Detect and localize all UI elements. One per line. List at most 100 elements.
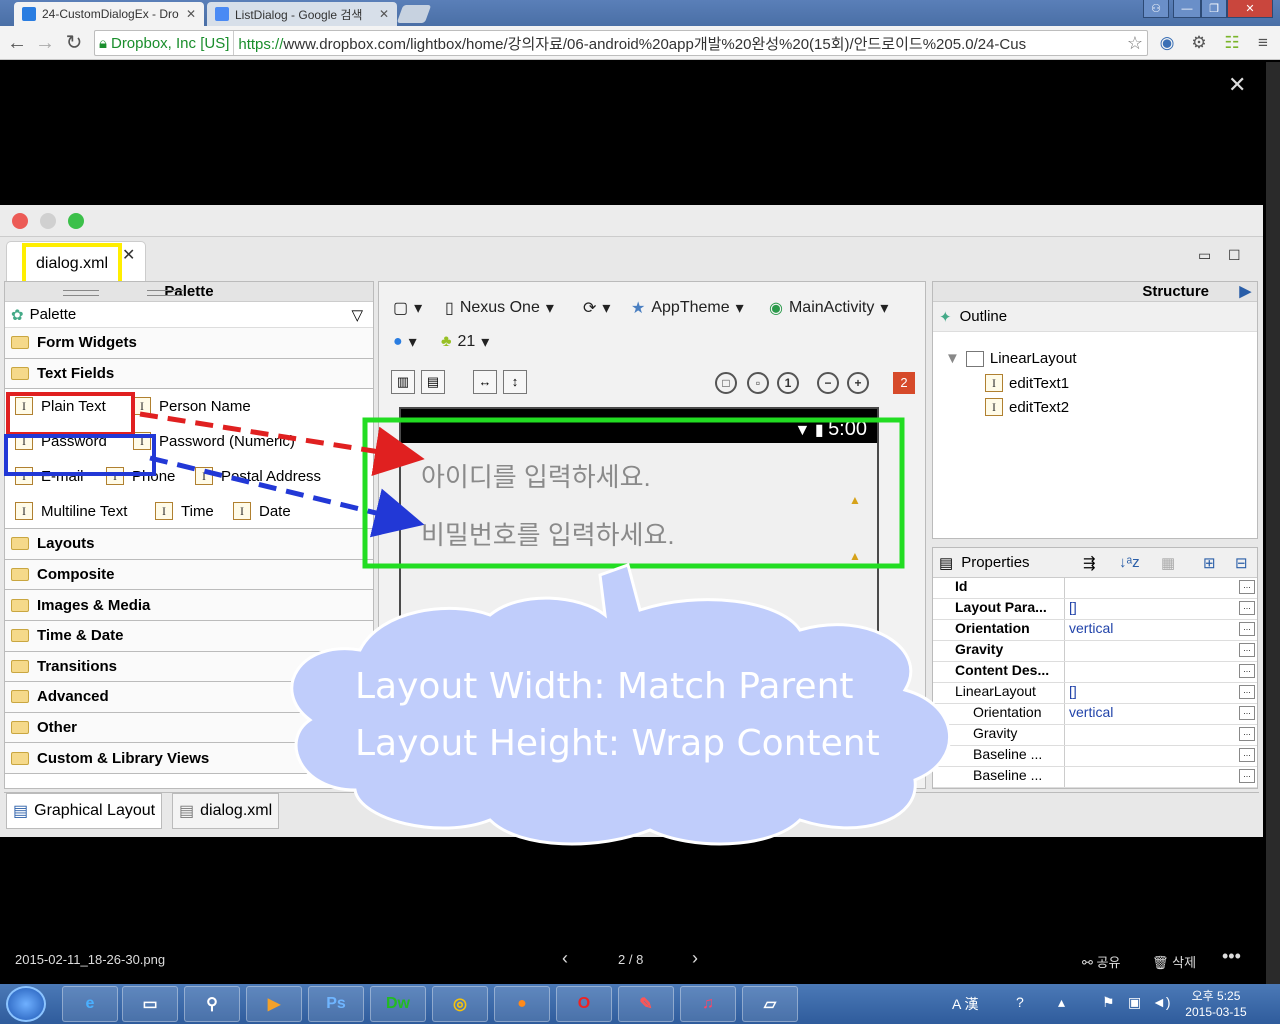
zoom-fit-icon[interactable]: □	[715, 372, 737, 394]
url-text[interactable]: https://www.dropbox.com/lightbox/home/강의…	[234, 33, 1026, 54]
lightbox-scrollbar[interactable]	[1266, 62, 1280, 984]
layout-vertical-icon[interactable]: ▤	[421, 370, 445, 394]
address-bar[interactable]: 🔒︎ Dropbox, Inc [US] https://www.dropbox…	[94, 30, 1148, 56]
settings-gear-icon[interactable]: ⚙	[1188, 32, 1210, 54]
menu-icon[interactable]: ≡	[1252, 32, 1274, 54]
property-row[interactable]: Baseline ......	[933, 746, 1257, 767]
mac-zoom-icon[interactable]	[68, 213, 84, 229]
tray-expand-icon[interactable]: ▴	[1058, 994, 1065, 1011]
property-value[interactable]: []...	[1065, 599, 1257, 619]
minimize-button[interactable]: —	[1173, 0, 1201, 18]
layout-horizontal-icon[interactable]: ▥	[391, 370, 415, 394]
browser-tab-active[interactable]: 24-CustomDialogEx - Dro ✕	[14, 2, 204, 26]
sort-az-icon[interactable]: ↓ᵃz	[1119, 554, 1140, 571]
flag-icon[interactable]: ⚑	[1102, 994, 1115, 1011]
property-value[interactable]: ...	[1065, 725, 1257, 745]
tab-graphical-layout[interactable]: ▤ Graphical Layout	[6, 793, 163, 829]
tab-close-icon[interactable]: ✕	[186, 7, 196, 21]
maximize-button[interactable]: ❐	[1201, 0, 1227, 18]
property-value[interactable]: vertical...	[1065, 704, 1257, 724]
delete-button[interactable]: 🗑︎ 삭제	[1152, 952, 1196, 971]
category-custom-library-views[interactable]: Custom & Library Views	[5, 743, 373, 774]
category-composite[interactable]: Composite	[5, 559, 373, 591]
itunes-icon[interactable]: ♫	[680, 986, 736, 1022]
expand-arrow-icon[interactable]: ▼	[945, 350, 960, 367]
config-file-dropdown[interactable]: ▢ ▾	[393, 298, 422, 318]
extension-icon[interactable]: ☷	[1221, 32, 1243, 54]
property-row[interactable]: Content Des......	[933, 662, 1257, 683]
category-images-media[interactable]: Images & Media	[5, 590, 373, 621]
zoom-out-icon[interactable]: −	[817, 372, 839, 394]
help-icon[interactable]: ?	[1016, 994, 1024, 1010]
search-icon[interactable]: ⚲	[184, 986, 240, 1022]
property-row[interactable]: Id...	[933, 578, 1257, 599]
system-clock[interactable]: 오후 5:25 2015-03-15	[1182, 988, 1250, 1020]
advanced-icon[interactable]: ▦	[1161, 554, 1175, 572]
device-dropdown[interactable]: ▯ Nexus One ▾	[445, 298, 554, 318]
tree-item-edittext2[interactable]: IeditText2	[985, 398, 1069, 416]
browser-tab-inactive[interactable]: ListDialog - Google 검색 ✕	[207, 2, 397, 26]
tab-dialog-xml[interactable]: ▤ dialog.xml	[172, 793, 280, 829]
editor-tab-label[interactable]: dialog.xml	[22, 243, 122, 285]
api-level-dropdown[interactable]: ♣ 21 ▾	[441, 332, 489, 352]
close-window-button[interactable]: ✕	[1227, 0, 1273, 18]
theme-dropdown[interactable]: ★ AppTheme ▾	[631, 298, 744, 318]
widget-password-numeric[interactable]: I Password (Numeric)	[133, 432, 295, 451]
activity-dropdown[interactable]: ◉ MainActivity ▾	[769, 298, 888, 318]
explorer-icon[interactable]: ▭	[122, 986, 178, 1022]
tray-ime[interactable]: A 漢	[952, 994, 978, 1014]
globe-icon[interactable]: ◉	[1156, 32, 1178, 54]
media-player-icon[interactable]: ▶	[246, 986, 302, 1022]
bookmark-star-icon[interactable]: ☆	[1127, 33, 1143, 54]
error-count-badge[interactable]: 2	[893, 372, 915, 394]
property-row[interactable]: Orientation vertical...	[933, 620, 1257, 641]
property-row[interactable]: Gravity...	[933, 641, 1257, 662]
widget-multiline-text[interactable]: I Multiline Text	[15, 502, 127, 521]
widget-phone[interactable]: I Phone	[106, 467, 175, 486]
lightbox-close-icon[interactable]: ✕	[1228, 72, 1246, 98]
ellipsis-button[interactable]: ...	[1239, 748, 1255, 762]
palette-subheader[interactable]: ✿ Palette ▽	[5, 302, 373, 328]
forward-icon[interactable]: →	[34, 32, 56, 54]
locale-dropdown[interactable]: ● ▾	[393, 332, 417, 352]
chrome-icon[interactable]: ◎	[432, 986, 488, 1022]
ellipsis-button[interactable]: ...	[1239, 727, 1255, 741]
back-icon[interactable]: ←	[6, 32, 28, 54]
zoom-real-icon[interactable]: ▫	[747, 372, 769, 394]
minimize-view-icon[interactable]: ▭	[1198, 247, 1211, 264]
collapse-all-icon[interactable]: ⊟	[1235, 554, 1248, 572]
widget-person-name[interactable]: I Person Name	[133, 397, 251, 416]
editor-tab-close-icon[interactable]: ✕	[122, 245, 135, 265]
match-width-icon[interactable]: ↔	[473, 370, 497, 394]
app-icon[interactable]: ✎	[618, 986, 674, 1022]
property-row[interactable]: Baseline ......	[933, 767, 1257, 788]
match-height-icon[interactable]: ↕	[503, 370, 527, 394]
orientation-dropdown[interactable]: ⟳ ▾	[583, 298, 610, 318]
tree-item-edittext1[interactable]: IeditText1	[985, 374, 1069, 392]
next-arrow-icon[interactable]: ›	[692, 948, 698, 969]
ellipsis-button[interactable]: ...	[1239, 706, 1255, 720]
category-transitions[interactable]: Transitions	[5, 651, 373, 683]
property-value[interactable]: ...	[1065, 662, 1257, 682]
dreamweaver-icon[interactable]: Dw	[370, 986, 426, 1022]
category-time-date[interactable]: Time & Date	[5, 620, 373, 652]
property-value[interactable]: vertical...	[1065, 620, 1257, 640]
category-form-widgets[interactable]: Form Widgets	[5, 328, 373, 359]
widget-plain-text[interactable]: I Plain Text	[15, 397, 106, 416]
expand-all-icon[interactable]: ⊞	[1203, 554, 1216, 572]
widget-date[interactable]: I Date	[233, 502, 291, 521]
zoom-in-icon[interactable]: +	[847, 372, 869, 394]
ellipsis-button[interactable]: ...	[1239, 664, 1255, 678]
opera-icon[interactable]: O	[556, 986, 612, 1022]
zoom-100-icon[interactable]: 1	[777, 372, 799, 394]
tab-close-icon[interactable]: ✕	[379, 7, 389, 21]
ev-certificate-badge[interactable]: 🔒︎ Dropbox, Inc [US]	[95, 31, 235, 55]
prev-arrow-icon[interactable]: ‹	[562, 948, 568, 969]
tree-item-linearlayout[interactable]: ▼ LinearLayout	[945, 350, 1077, 367]
mac-close-icon[interactable]	[12, 213, 28, 229]
property-row[interactable]: Gravity...	[933, 725, 1257, 746]
ellipsis-button[interactable]: ...	[1239, 580, 1255, 594]
network-icon[interactable]: ▣	[1128, 994, 1141, 1011]
property-value[interactable]: ...	[1065, 767, 1257, 787]
photoshop-icon[interactable]: Ps	[308, 986, 364, 1022]
